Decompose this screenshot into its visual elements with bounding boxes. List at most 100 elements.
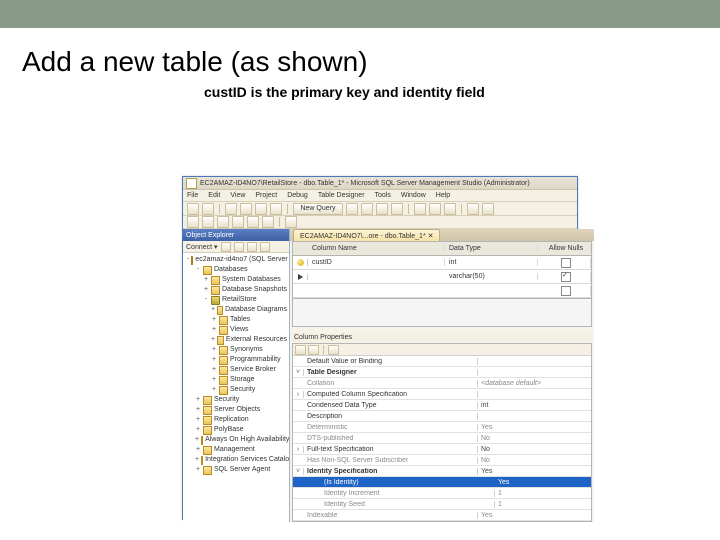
menu-project[interactable]: Project xyxy=(255,192,277,199)
expand-icon[interactable]: + xyxy=(195,425,201,435)
property-row[interactable]: Collation<database default> xyxy=(293,378,591,389)
expand-icon[interactable]: + xyxy=(211,345,217,355)
property-row[interactable]: Condensed Data Typeint xyxy=(293,400,591,411)
property-row[interactable]: IndexableYes xyxy=(293,510,591,521)
cell-data-type[interactable]: varchar(50) xyxy=(445,273,538,280)
tree-node[interactable]: +Replication xyxy=(185,415,287,425)
tree-node[interactable]: -Databases xyxy=(185,265,287,275)
expand-icon[interactable]: + xyxy=(211,385,217,395)
toolbar-undo-button[interactable] xyxy=(467,203,479,215)
toolbar-cut-button[interactable] xyxy=(414,203,426,215)
tree-node[interactable]: +Security xyxy=(185,395,287,405)
property-row[interactable]: Identity Increment1 xyxy=(293,488,591,499)
tree-node[interactable]: +Views xyxy=(185,325,287,335)
document-tab[interactable]: EC2AMAZ-ID4NO7\...ore - dbo.Table_1* ✕ xyxy=(293,229,440,241)
property-value[interactable]: No xyxy=(478,446,591,453)
allow-nulls-checkbox[interactable] xyxy=(561,258,571,268)
toolbar-new-project-button[interactable] xyxy=(225,203,237,215)
menu-debug[interactable]: Debug xyxy=(287,192,308,199)
tree-node[interactable]: +Integration Services Catalogs xyxy=(185,455,287,465)
menu-window[interactable]: Window xyxy=(401,192,426,199)
tree-node[interactable]: +Tables xyxy=(185,315,287,325)
insert-column-button[interactable] xyxy=(247,216,259,228)
collapse-icon[interactable]: - xyxy=(203,295,209,305)
property-value[interactable]: No xyxy=(478,435,591,442)
expand-icon[interactable]: + xyxy=(211,315,217,325)
expand-icon[interactable]: › xyxy=(293,446,304,453)
cell-column-name[interactable]: custID xyxy=(308,259,445,266)
collapse-icon[interactable]: - xyxy=(195,265,201,275)
menu-view[interactable]: View xyxy=(230,192,245,199)
categorized-button[interactable] xyxy=(295,345,306,355)
delete-column-button[interactable] xyxy=(262,216,274,228)
tree-node[interactable]: +Storage xyxy=(185,375,287,385)
property-row[interactable]: Default Value or Binding xyxy=(293,356,591,367)
window-titlebar[interactable]: EC2AMAZ-ID4NO7\RetailStore - dbo.Table_1… xyxy=(183,177,577,190)
expand-icon[interactable]: + xyxy=(195,405,201,415)
toolbar-btn-c[interactable] xyxy=(376,203,388,215)
menu-table-designer[interactable]: Table Designer xyxy=(318,192,365,199)
tree-node[interactable]: -RetailStore xyxy=(185,295,287,305)
table-designer-grid[interactable]: Column Name Data Type Allow Nulls custID… xyxy=(292,241,592,299)
toolbar-paste-button[interactable] xyxy=(444,203,456,215)
allow-nulls-checkbox[interactable] xyxy=(561,286,571,296)
menu-file[interactable]: File xyxy=(187,192,198,199)
toolbar-back-button[interactable] xyxy=(187,203,199,215)
property-row[interactable]: ›Computed Column Specification xyxy=(293,389,591,400)
toolbar-forward-button[interactable] xyxy=(202,203,214,215)
new-query-button[interactable]: New Query xyxy=(293,203,343,215)
tree-node[interactable]: +External Resources xyxy=(185,335,287,345)
designer-row[interactable]: custIDint xyxy=(293,256,591,270)
toolbar-btn-b[interactable] xyxy=(361,203,373,215)
designer-empty-region[interactable] xyxy=(292,299,592,327)
expand-icon[interactable]: + xyxy=(195,395,201,405)
tree-node[interactable]: +Programmability xyxy=(185,355,287,365)
property-value[interactable]: Yes xyxy=(478,468,591,475)
property-row[interactable]: Description xyxy=(293,411,591,422)
property-row[interactable]: ˅Identity SpecificationYes xyxy=(293,466,591,477)
tree-node[interactable]: +System Databases xyxy=(185,275,287,285)
relationships-button[interactable] xyxy=(202,216,214,228)
oe-sync-button[interactable] xyxy=(260,242,270,252)
collapse-icon[interactable]: - xyxy=(187,255,189,265)
property-row[interactable]: DeterministicYes xyxy=(293,422,591,433)
tree-node[interactable]: +Database Diagrams xyxy=(185,305,287,315)
property-page-button[interactable] xyxy=(328,345,339,355)
menu-help[interactable]: Help xyxy=(436,192,450,199)
collapse-icon[interactable]: ˅ xyxy=(293,468,304,475)
toolbar-btn-a[interactable] xyxy=(346,203,358,215)
toolbar-save-button[interactable] xyxy=(255,203,267,215)
property-value[interactable]: Yes xyxy=(495,479,591,486)
expand-icon[interactable]: + xyxy=(195,445,201,455)
property-row[interactable]: ˅Table Designer xyxy=(293,367,591,378)
property-row[interactable]: ›Full-text SpecificationNo xyxy=(293,444,591,455)
expand-icon[interactable]: + xyxy=(211,355,217,365)
expand-icon[interactable]: + xyxy=(203,275,209,285)
tree-node[interactable]: +Database Snapshots xyxy=(185,285,287,295)
tree-node[interactable]: +Always On High Availability xyxy=(185,435,287,445)
designer-row[interactable]: varchar(50) xyxy=(293,270,591,284)
tree-node[interactable]: +Service Broker xyxy=(185,365,287,375)
property-row[interactable]: Has Non-SQL Server SubscriberNo xyxy=(293,455,591,466)
expand-icon[interactable]: + xyxy=(211,365,217,375)
menu-tools[interactable]: Tools xyxy=(375,192,391,199)
cell-allow-nulls[interactable] xyxy=(538,258,591,268)
tree-node[interactable]: -ec2amaz-id4no7 (SQL Server 14.0.307... xyxy=(185,255,287,265)
oe-filter-button[interactable] xyxy=(234,242,244,252)
property-value[interactable]: <database default> xyxy=(478,380,591,387)
expand-icon[interactable]: + xyxy=(195,415,201,425)
designer-row[interactable] xyxy=(293,284,591,298)
object-explorer-tree[interactable]: -ec2amaz-id4no7 (SQL Server 14.0.307...-… xyxy=(183,253,289,522)
property-value[interactable]: 1 xyxy=(495,501,591,508)
property-row[interactable]: Identity Seed1 xyxy=(293,499,591,510)
expand-icon[interactable]: › xyxy=(293,391,304,398)
oe-stop-button[interactable] xyxy=(247,242,257,252)
toolbar-copy-button[interactable] xyxy=(429,203,441,215)
collapse-icon[interactable]: ˅ xyxy=(293,369,304,376)
property-row[interactable]: (Is Identity)Yes xyxy=(293,477,591,488)
tree-node[interactable]: +Management xyxy=(185,445,287,455)
tree-node[interactable]: +Security xyxy=(185,385,287,395)
property-value[interactable]: int xyxy=(478,402,591,409)
expand-icon[interactable]: + xyxy=(211,335,215,345)
property-value[interactable]: Yes xyxy=(478,424,591,431)
